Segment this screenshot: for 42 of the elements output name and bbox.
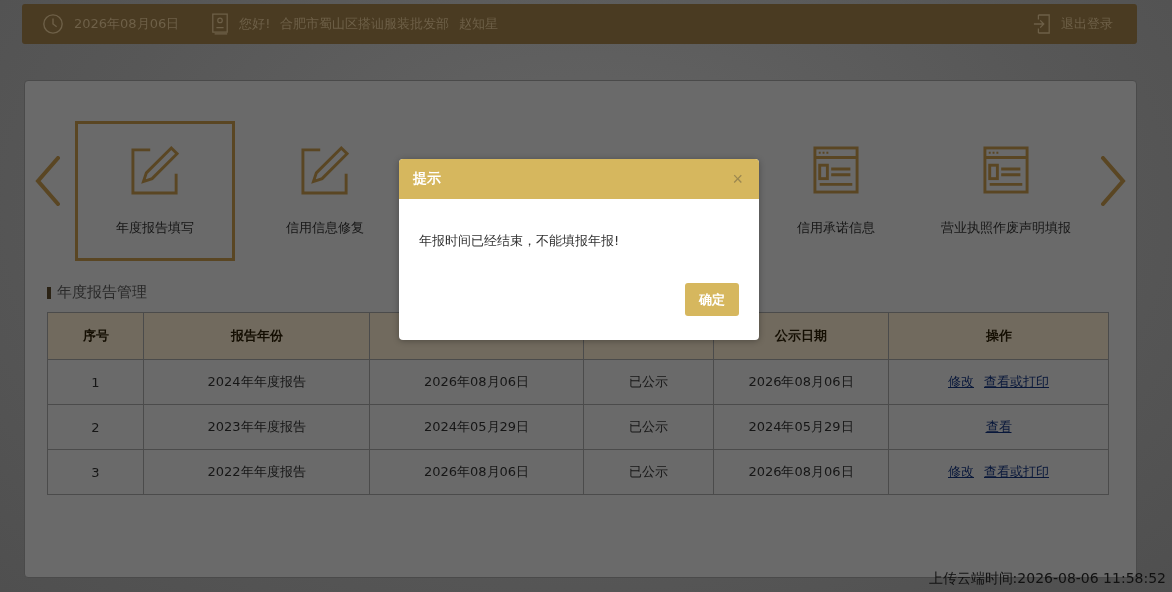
- nav-item[interactable]: 信用信息修复: [245, 121, 406, 261]
- table-cell: 2024年年度报告: [143, 359, 370, 405]
- table-cell: 2026年08月06日: [713, 359, 889, 405]
- action-link[interactable]: 查看: [985, 419, 1012, 434]
- column-header: 公示日期: [775, 328, 827, 343]
- table-cell: 2024年05月29日: [369, 404, 584, 450]
- edit-icon: [301, 145, 350, 195]
- table-cell: 已公示: [583, 359, 714, 405]
- form-icon: [812, 145, 859, 195]
- clock-icon: [42, 13, 64, 35]
- table-cell: 3: [47, 449, 144, 495]
- action-link[interactable]: 修改: [948, 464, 974, 479]
- id-card-icon: [211, 13, 230, 35]
- close-button[interactable]: ×: [730, 168, 745, 190]
- confirm-button[interactable]: 确定: [685, 283, 739, 316]
- table-cell: 2026年08月06日: [369, 449, 584, 495]
- table-cell: 2023年年度报告: [143, 404, 370, 450]
- upload-time: 上传云端时间:2026-08-06 11:58:52: [928, 570, 1166, 588]
- table-cell: 已公示: [583, 404, 714, 450]
- table-cell: 1: [47, 359, 144, 405]
- action-link[interactable]: 修改: [948, 374, 974, 389]
- table-cell: 2026年08月06日: [713, 449, 889, 495]
- nav-item[interactable]: 年度报告填写: [75, 121, 236, 261]
- column-header: 操作: [985, 328, 1012, 343]
- form-icon: [982, 145, 1029, 195]
- title-marker-icon: [47, 286, 51, 299]
- edit-icon: [131, 145, 180, 195]
- dialog-title: 提示: [413, 170, 441, 188]
- nav-item[interactable]: 营业执照作废声明填报: [925, 121, 1086, 261]
- table-cell: 2022年年度报告: [143, 449, 370, 495]
- table-cell: 2026年08月06日: [369, 359, 584, 405]
- nav-item[interactable]: 信用承诺信息: [755, 121, 916, 261]
- column-header: 报告年份: [230, 328, 283, 343]
- column-header: 序号: [82, 328, 109, 343]
- dialog-message: 年报时间已经结束，不能填报年报!: [418, 232, 621, 250]
- action-link[interactable]: 查看或打印: [984, 464, 1049, 479]
- table-cell: 2024年05月29日: [713, 404, 889, 450]
- table-cell: 2: [47, 404, 144, 450]
- table-cell: 已公示: [583, 449, 714, 495]
- section-title: 年度报告管理: [57, 283, 147, 302]
- logout-icon: [1033, 14, 1051, 34]
- action-link[interactable]: 查看或打印: [984, 374, 1049, 389]
